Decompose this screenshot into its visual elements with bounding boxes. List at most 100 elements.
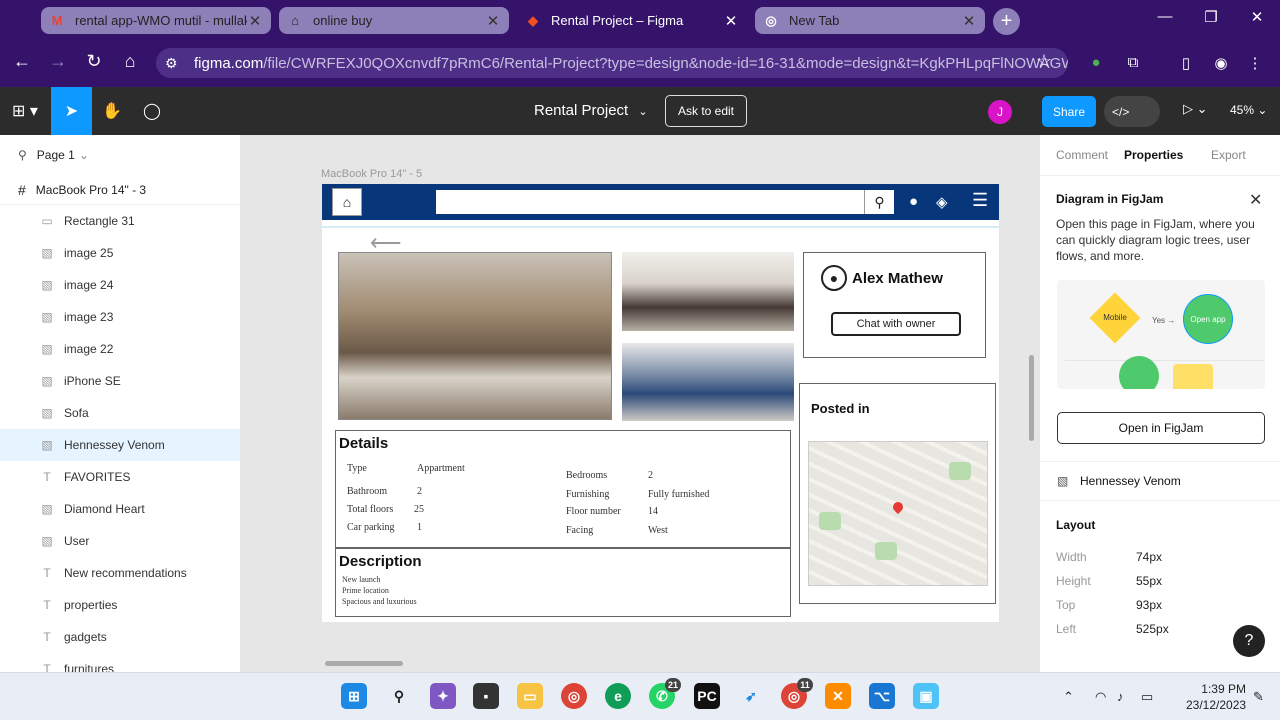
frame-layer[interactable]: # MacBook Pro 14" - 3 [0,175,240,205]
wifi-icon[interactable]: ◠ [1095,689,1106,705]
avatar[interactable]: J [988,100,1012,124]
layer-item[interactable]: ▭ Rectangle 31 [0,205,240,237]
grammarly-icon[interactable]: ● [1087,54,1105,72]
layer-item[interactable]: ▧ Hennessey Venom [0,429,240,461]
xampp-icon[interactable]: ✕ [825,683,851,709]
layer-name: Rectangle 31 [64,214,135,228]
layer-item[interactable]: T FAVORITES [0,461,240,493]
edge-icon[interactable]: e [605,683,631,709]
site-search-input[interactable] [436,190,864,214]
close-icon[interactable]: ✕ [247,12,263,30]
layer-item[interactable]: Tproperties [0,589,240,621]
tab-figma[interactable]: ◆ Rental Project – Figma ✕ [517,7,747,34]
extensions-icon[interactable]: ⧉ [1124,54,1142,72]
chrome-icon[interactable]: ◎ [561,683,587,709]
file-explorer-icon[interactable]: ▭ [517,683,543,709]
windows-start-icon[interactable]: ⊞ [341,683,367,709]
close-icon[interactable]: ✕ [485,12,501,30]
layer-item[interactable]: ▧ User [0,525,240,557]
frame-label[interactable]: MacBook Pro 14" - 5 [321,168,422,180]
help-button[interactable]: ? [1233,625,1265,657]
dev-mode-toggle[interactable]: </> [1104,96,1160,127]
layer-item[interactable]: ▧ Sofa [0,397,240,429]
share-button[interactable]: Share [1042,96,1096,127]
battery-icon[interactable]: ▭ [1141,689,1153,705]
design-frame[interactable]: ⌂ ⚲ ● ◈ ☰ ⟵ ● Alex Mathew Chat with owne… [322,184,999,622]
layer-item[interactable]: ▧ image 22 [0,333,240,365]
clock-date: 23/12/2023 [1186,698,1247,712]
ask-to-edit-button[interactable]: Ask to edit [665,95,747,127]
open-in-figjam-button[interactable]: Open in FigJam [1057,412,1265,444]
prop-value: 55px [1136,574,1163,588]
design-canvas[interactable]: MacBook Pro 14" - 5 ⌂ ⚲ ● ◈ ☰ ⟵ ● Alex M… [241,135,1039,672]
close-icon[interactable]: ✕ [1249,190,1262,210]
copilot-icon[interactable]: ✦ [430,683,456,709]
present-icon[interactable]: ▷ ⌄ [1183,101,1208,117]
home-icon[interactable]: ⌂ [117,51,143,72]
tab-comment[interactable]: Comment [1056,148,1108,162]
vertical-scrollbar[interactable] [1029,355,1034,441]
clock[interactable]: 1:39 PM 23/12/2023 [1186,681,1246,713]
owner-name: Alex Mathew [852,270,943,287]
page-selector[interactable]: ⚲ Page 1 ⌄ [0,135,240,175]
main-menu-icon[interactable]: ⊞ ▾ [0,87,50,135]
close-window-icon[interactable]: ✕ [1242,8,1272,26]
hamburger-icon[interactable]: ☰ [972,190,988,211]
sidepanel-icon[interactable]: ▯ [1177,54,1195,72]
layer-name: furnitures [64,662,115,672]
layer-item[interactable]: Tgadgets [0,621,240,653]
comment-tool-icon[interactable]: ◯ [132,87,172,135]
bird-app-icon[interactable]: ➶ [738,683,764,709]
move-tool-icon[interactable]: ➤ [51,87,92,135]
browser-tab-strip: M rental app-WMO mutil - mullak ✕ ⌂ onli… [0,0,1280,42]
diamond-heart-icon[interactable]: ◈ [936,193,948,211]
layer-item[interactable]: ▧ iPhone SE [0,365,240,397]
clock-time: 1:39 PM [1201,682,1246,696]
whatsapp-icon[interactable]: ✆ 21 [649,678,681,709]
search-icon[interactable]: ⚲ [386,683,412,709]
search-icon[interactable]: ⚲ [864,190,894,214]
new-tab-button[interactable]: + [993,8,1020,35]
chat-with-owner-button[interactable]: Chat with owner [831,312,961,336]
reload-icon[interactable]: ↻ [81,51,107,72]
photos-icon[interactable]: ▣ [913,683,939,709]
hand-tool-icon[interactable]: ✋ [92,87,132,135]
chrome-profile-icon[interactable]: ◎ 11 [781,678,813,709]
user-icon[interactable]: ● [909,193,918,210]
tray-chevron-icon[interactable]: ⌃ [1063,689,1074,705]
pycharm-icon[interactable]: PC [694,683,720,709]
tab-online-buy[interactable]: ⌂ online buy ✕ [279,7,509,34]
layer-item[interactable]: Tfurnitures [0,653,240,672]
profile-icon[interactable]: ◉ [1212,54,1230,72]
notification-icon[interactable]: ✎ [1253,689,1264,705]
tab-gmail[interactable]: M rental app-WMO mutil - mullak ✕ [41,7,271,34]
bookmark-star-icon[interactable]: ☆ [1036,51,1052,72]
layer-item[interactable]: ▧ image 23 [0,301,240,333]
image-icon: ▧ [41,406,53,420]
zoom-level[interactable]: 45% ⌄ [1230,103,1267,117]
minimize-icon[interactable]: — [1150,8,1180,25]
url-input[interactable]: figma.com/file/CWRFEXJ0QOXcnvdf7pRmC6/Re… [156,48,1068,78]
tab-export[interactable]: Export [1211,148,1246,162]
detail-key: Car parking [347,522,395,533]
back-icon[interactable]: ← [9,51,35,72]
site-info-icon[interactable]: ⚙ [165,55,178,72]
close-icon[interactable]: ✕ [961,12,977,30]
layer-item[interactable]: ▧ image 24 [0,269,240,301]
volume-icon[interactable]: ♪ [1117,689,1124,704]
layer-item[interactable]: T New recommendations [0,557,240,589]
close-icon[interactable]: ✕ [723,12,739,30]
maximize-icon[interactable]: ❐ [1196,8,1226,26]
forward-icon[interactable]: → [45,51,71,72]
menu-icon[interactable]: ⋮ [1246,54,1264,72]
search-icon[interactable]: ⚲ [18,148,27,162]
vscode-icon[interactable]: ⌥ [869,683,895,709]
tab-new-tab[interactable]: ◎ New Tab ✕ [755,7,985,34]
project-title[interactable]: Rental Project ⌄ [534,102,648,119]
tab-properties[interactable]: Properties [1124,148,1183,162]
map-pin-icon [890,499,906,515]
terminal-icon[interactable]: ▪ [473,683,499,709]
layer-item[interactable]: ▧ image 25 [0,237,240,269]
horizontal-scrollbar[interactable] [325,661,403,666]
layer-item[interactable]: ▧ Diamond Heart [0,493,240,525]
